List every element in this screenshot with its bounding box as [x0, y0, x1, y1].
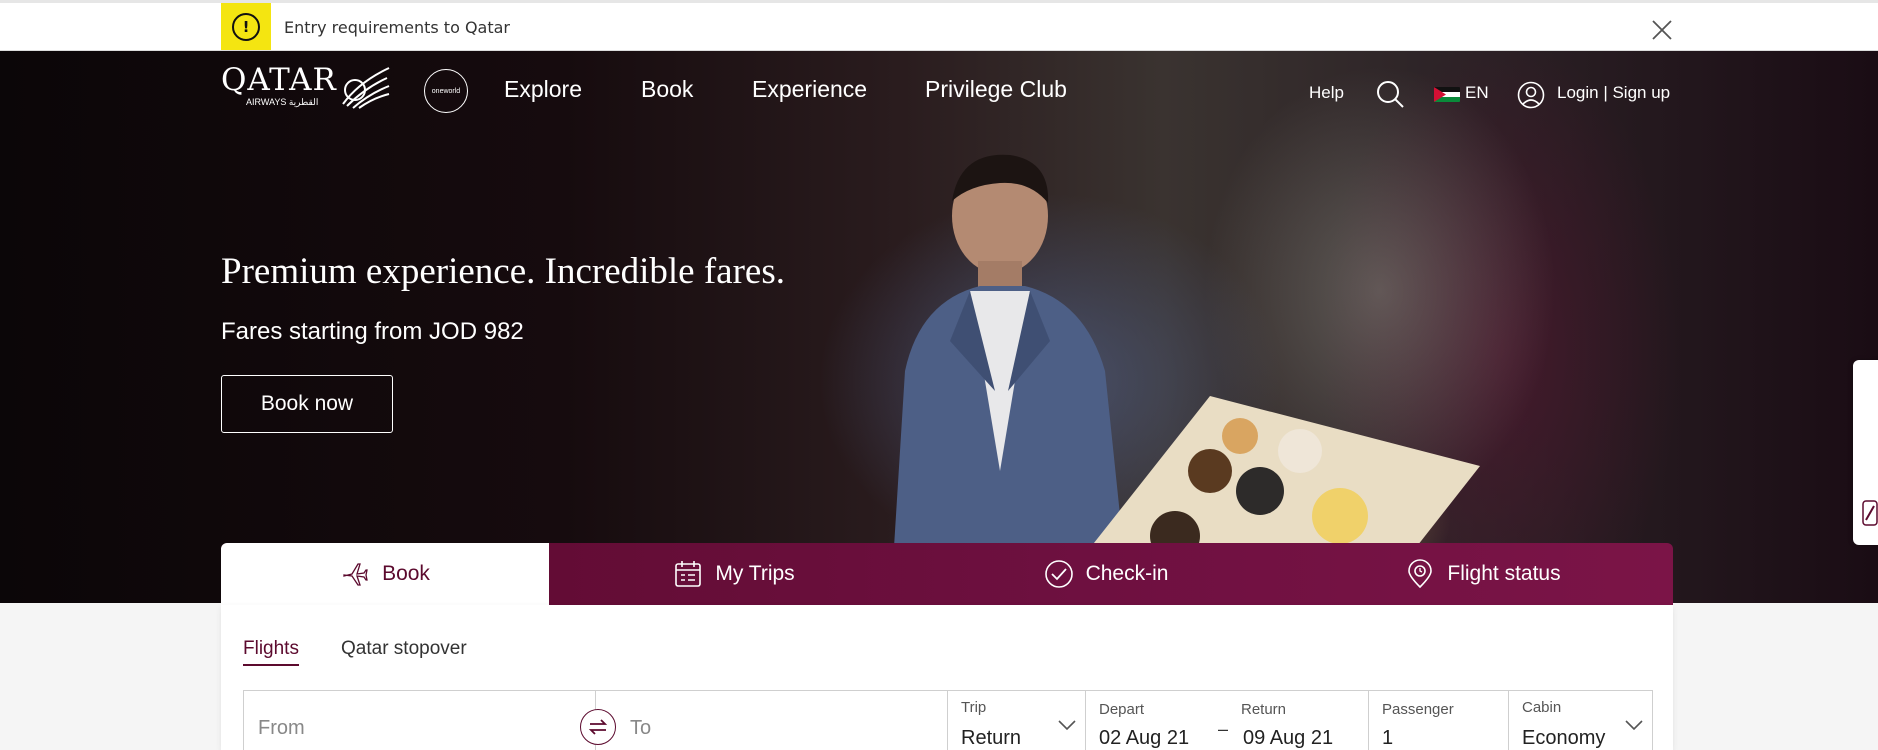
date-separator: –: [1218, 719, 1229, 739]
date-range-field[interactable]: Depart 02 Aug 21 – Return 09 Aug 21: [1086, 691, 1369, 750]
flight-search-form: From To Trip Return Depart 02 Aug 21 – R…: [243, 690, 1653, 750]
entry-requirements-link[interactable]: Entry requirements to Qatar: [284, 18, 510, 37]
swap-button[interactable]: [580, 709, 616, 745]
passenger-field[interactable]: Passenger 1: [1369, 691, 1509, 750]
swap-icon: [588, 719, 608, 735]
tab-flight-status-label: Flight status: [1447, 562, 1561, 585]
alert-icon-box: !: [221, 3, 271, 50]
to-field[interactable]: To: [596, 691, 948, 750]
nav-privilege-club[interactable]: Privilege Club: [925, 76, 1067, 103]
nav-experience[interactable]: Experience: [752, 76, 867, 103]
trip-label: Trip: [961, 699, 987, 716]
trip-select[interactable]: Trip Return: [948, 691, 1086, 750]
side-feedback-widget[interactable]: [1853, 360, 1878, 545]
cabin-select[interactable]: Cabin Economy: [1509, 691, 1652, 750]
alert-bar: ! Entry requirements to Qatar: [0, 0, 1878, 51]
from-placeholder: From: [258, 717, 305, 739]
help-link[interactable]: Help: [1309, 83, 1344, 103]
oneworld-label: oneworld: [431, 87, 461, 95]
passenger-value: 1: [1382, 727, 1394, 749]
chevron-down-icon: [1625, 720, 1643, 731]
hero-title: Premium experience. Incredible fares.: [221, 251, 785, 292]
chevron-down-icon: [1058, 720, 1076, 731]
tab-book-label: Book: [382, 562, 430, 585]
subtab-qatar-stopover[interactable]: Qatar stopover: [341, 638, 467, 660]
depart-value[interactable]: 02 Aug 21: [1099, 727, 1189, 750]
plane-icon: [343, 563, 368, 586]
login-signup-link[interactable]: Login | Sign up: [1557, 83, 1670, 103]
cabin-label: Cabin: [1522, 699, 1562, 716]
alert-icon: !: [232, 12, 260, 41]
tab-my-trips-label: My Trips: [715, 562, 795, 585]
nav-book[interactable]: Book: [641, 76, 693, 103]
booking-panel: Flights Qatar stopover From To Trip Retu…: [221, 605, 1673, 750]
close-icon[interactable]: [1650, 18, 1674, 42]
tab-book[interactable]: Book: [221, 543, 549, 605]
qatar-airways-logo[interactable]: QATAR AIRWAYS القطرية: [221, 64, 391, 112]
return-value[interactable]: 09 Aug 21: [1243, 727, 1333, 750]
jordan-flag-icon[interactable]: [1434, 87, 1460, 102]
location-pin-icon: [1408, 559, 1433, 589]
nav-explore[interactable]: Explore: [504, 76, 582, 103]
hero-subtitle: Fares starting from JOD 982: [221, 318, 524, 345]
logo-subtitle: AIRWAYS القطرية: [246, 97, 319, 107]
to-placeholder: To: [630, 717, 652, 739]
cabin-value: Economy: [1522, 727, 1606, 749]
oryx-logo-icon: [342, 67, 390, 109]
tab-my-trips[interactable]: My Trips: [549, 543, 919, 605]
search-icon[interactable]: [1375, 79, 1405, 109]
language-selector[interactable]: EN: [1465, 83, 1489, 103]
check-circle-icon: [1044, 560, 1073, 588]
hero-banner: QATAR AIRWAYS القطرية oneworld Explore B…: [0, 51, 1878, 603]
booking-tabs: Book My Trips Check-in Flight status: [221, 543, 1673, 605]
depart-label: Depart: [1099, 701, 1145, 718]
oneworld-logo[interactable]: oneworld: [424, 69, 468, 113]
pen-icon: [1862, 500, 1878, 526]
trip-value: Return: [961, 727, 1022, 749]
user-icon[interactable]: [1517, 81, 1545, 109]
logo-text: QATAR: [221, 62, 337, 98]
return-label: Return: [1241, 701, 1287, 718]
calendar-icon: [675, 561, 702, 587]
passenger-label: Passenger: [1382, 701, 1454, 718]
tab-check-in-label: Check-in: [1085, 562, 1169, 585]
book-now-button[interactable]: Book now: [221, 375, 393, 433]
from-field[interactable]: From: [244, 691, 616, 750]
subtab-flights[interactable]: Flights: [243, 638, 299, 666]
tab-flight-status[interactable]: Flight status: [1293, 543, 1673, 605]
tab-check-in[interactable]: Check-in: [919, 543, 1293, 605]
